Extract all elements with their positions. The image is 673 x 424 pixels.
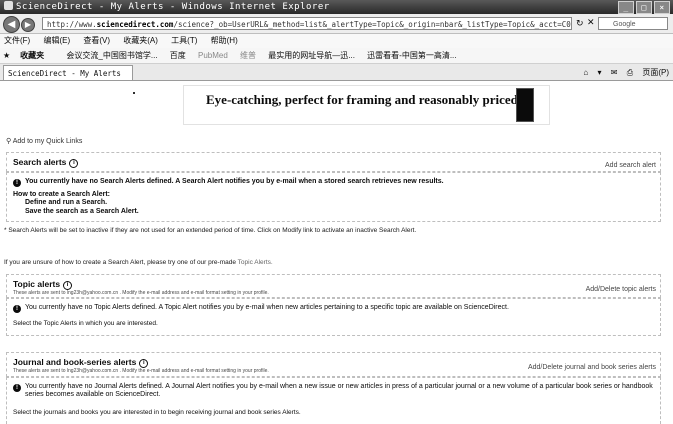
alert-icon: ! [13,305,21,313]
add-delete-journal-alerts-link[interactable]: Add/Delete journal and book series alert… [528,364,656,371]
frame-image [516,88,534,122]
search-alerts-body: ! You currently have no Search Alerts def… [6,172,661,222]
forward-button[interactable]: ▶ [21,18,35,32]
topic-alerts-link[interactable]: Topic Alerts. [238,259,273,266]
close-button[interactable]: × [654,1,670,14]
favorites-button[interactable]: ★ 收藏夹 [3,51,54,60]
premade-label: If you are unsure of how to create a Sea… [4,259,238,266]
journal-alerts-select: Select the journals and books you are in… [13,409,301,416]
favorite-item[interactable]: 最实用的网址导航—迅... [268,51,355,60]
banner-text: Eye-catching, perfect for framing and re… [206,92,523,107]
favorites-bar: ★ 收藏夹 会议交流_中国图书馆学... 百度 PubMed 维普 最实用的网址导… [0,48,673,64]
topic-alerts-body: ! You currently have no Topic Alerts defi… [6,298,661,336]
info-icon[interactable]: i [139,359,149,368]
quick-links-link[interactable]: ⚲ Add to my Quick Links [6,137,82,145]
url-prefix: http://www. [47,20,97,29]
topic-alerts-subtext: These alerts are sent to lng23h@yahoo.co… [13,290,269,296]
topic-alerts-header: Topic alerts i These alerts are sent to l… [6,274,661,298]
stop-icon[interactable]: ✕ [587,17,595,28]
search-alerts-title: Search alerts [13,157,67,167]
url-input[interactable]: http://www.sciencedirect.com/science?_ob… [42,17,572,30]
home-icon[interactable]: ⌂ [583,68,588,77]
topic-alerts-title-row: Topic alerts i [7,275,660,290]
menu-bar: 文件(F) 编辑(E) 查看(V) 收藏夹(A) 工具(T) 帮助(H) [0,34,673,48]
banner-ad[interactable]: Eye-catching, perfect for framing and re… [183,85,550,125]
minimize-button[interactable]: _ [618,1,634,14]
alert-icon: ! [13,384,21,392]
topic-alerts-notice: ! You currently have no Topic Alerts defi… [13,303,509,313]
tab-sciencedirect[interactable]: ScienceDirect - My Alerts [3,65,133,80]
search-input[interactable]: Google [598,17,668,30]
menu-view[interactable]: 查看(V) [83,36,110,45]
menu-help[interactable]: 帮助(H) [211,36,238,45]
favorite-item[interactable]: 会议交流_中国图书馆学... [66,51,157,60]
favorite-item[interactable]: 维普 [240,51,256,60]
journal-alerts-title: Journal and book-series alerts [13,357,137,367]
info-icon[interactable]: i [69,159,79,168]
journal-alerts-header: Journal and book-series alerts i These al… [6,352,661,377]
topic-alerts-select: Select the Topic Alerts in which you are… [13,320,158,327]
menu-edit[interactable]: 编辑(E) [43,36,70,45]
url-rest: /science?_ob=UserURL&_method=list&_alert… [173,20,571,29]
window-titlebar: ScienceDirect - My Alerts - Windows Inte… [0,0,673,14]
quick-links-label: Add to my Quick Links [12,138,83,145]
search-alerts-notice: ! You currently have no Search Alerts def… [13,177,444,187]
command-bar: ⌂ ▾ ✉ ⎙ 页面(P) [576,66,669,79]
alert-icon: ! [13,179,21,187]
print-icon[interactable]: ⎙ [627,68,633,77]
info-icon[interactable]: i [63,281,73,290]
journal-alerts-notice-cont: series becomes available on ScienceDirec… [25,391,161,398]
menu-favorites[interactable]: 收藏夹(A) [123,36,158,45]
search-alerts-title-row: Search alerts i [7,153,660,168]
address-bar: ◀ ▶ http://www.sciencedirect.com/science… [0,14,673,34]
search-alerts-notice-text: You currently have no Search Alerts defi… [25,178,444,185]
tab-label: ScienceDirect - My Alerts [8,69,121,78]
menu-tools[interactable]: 工具(T) [171,36,197,45]
favorite-item[interactable]: 百度 [170,51,186,60]
url-domain: sciencedirect.com [96,20,174,29]
ie-icon [4,1,13,10]
window-controls: _ □ × [618,1,670,14]
howto-step-2: Save the search as a Search Alert. [25,208,139,215]
favorite-item[interactable]: PubMed [198,51,228,60]
howto-step-1: Define and run a Search. [25,199,108,206]
favorite-item[interactable]: 迅雷看看-中国第一高清... [367,51,456,60]
bullet-dot [133,92,135,94]
quick-links-icon: ⚲ [6,138,13,145]
feeds-icon[interactable]: ▾ [598,68,602,77]
tab-bar: ScienceDirect - My Alerts ⌂ ▾ ✉ ⎙ 页面(P) [0,64,673,81]
journal-alerts-notice-text: You currently have no Journal Alerts def… [25,383,653,390]
window-title: ScienceDirect - My Alerts - Windows Inte… [16,2,330,12]
refresh-icon[interactable]: ↻ [576,18,584,29]
favorites-label: 收藏夹 [20,51,45,60]
mail-icon[interactable]: ✉ [611,68,618,77]
maximize-button[interactable]: □ [636,1,652,14]
topic-alerts-title: Topic alerts [13,279,61,289]
menu-file[interactable]: 文件(F) [4,36,30,45]
journal-alerts-body: ! You currently have no Journal Alerts de… [6,377,661,424]
add-delete-topic-alerts-link[interactable]: Add/Delete topic alerts [586,286,656,293]
star-icon: ★ [3,51,11,60]
page-menu[interactable]: 页面(P) [642,68,669,77]
back-button[interactable]: ◀ [3,16,20,33]
premade-text: If you are unsure of how to create a Sea… [4,259,273,266]
search-alerts-footnote: * Search Alerts will be set to inactive … [4,227,417,234]
topic-alerts-notice-text: You currently have no Topic Alerts defin… [25,304,509,311]
search-alerts-header: Search alerts i Add search alert [6,152,661,172]
add-search-alert-link[interactable]: Add search alert [605,162,656,169]
